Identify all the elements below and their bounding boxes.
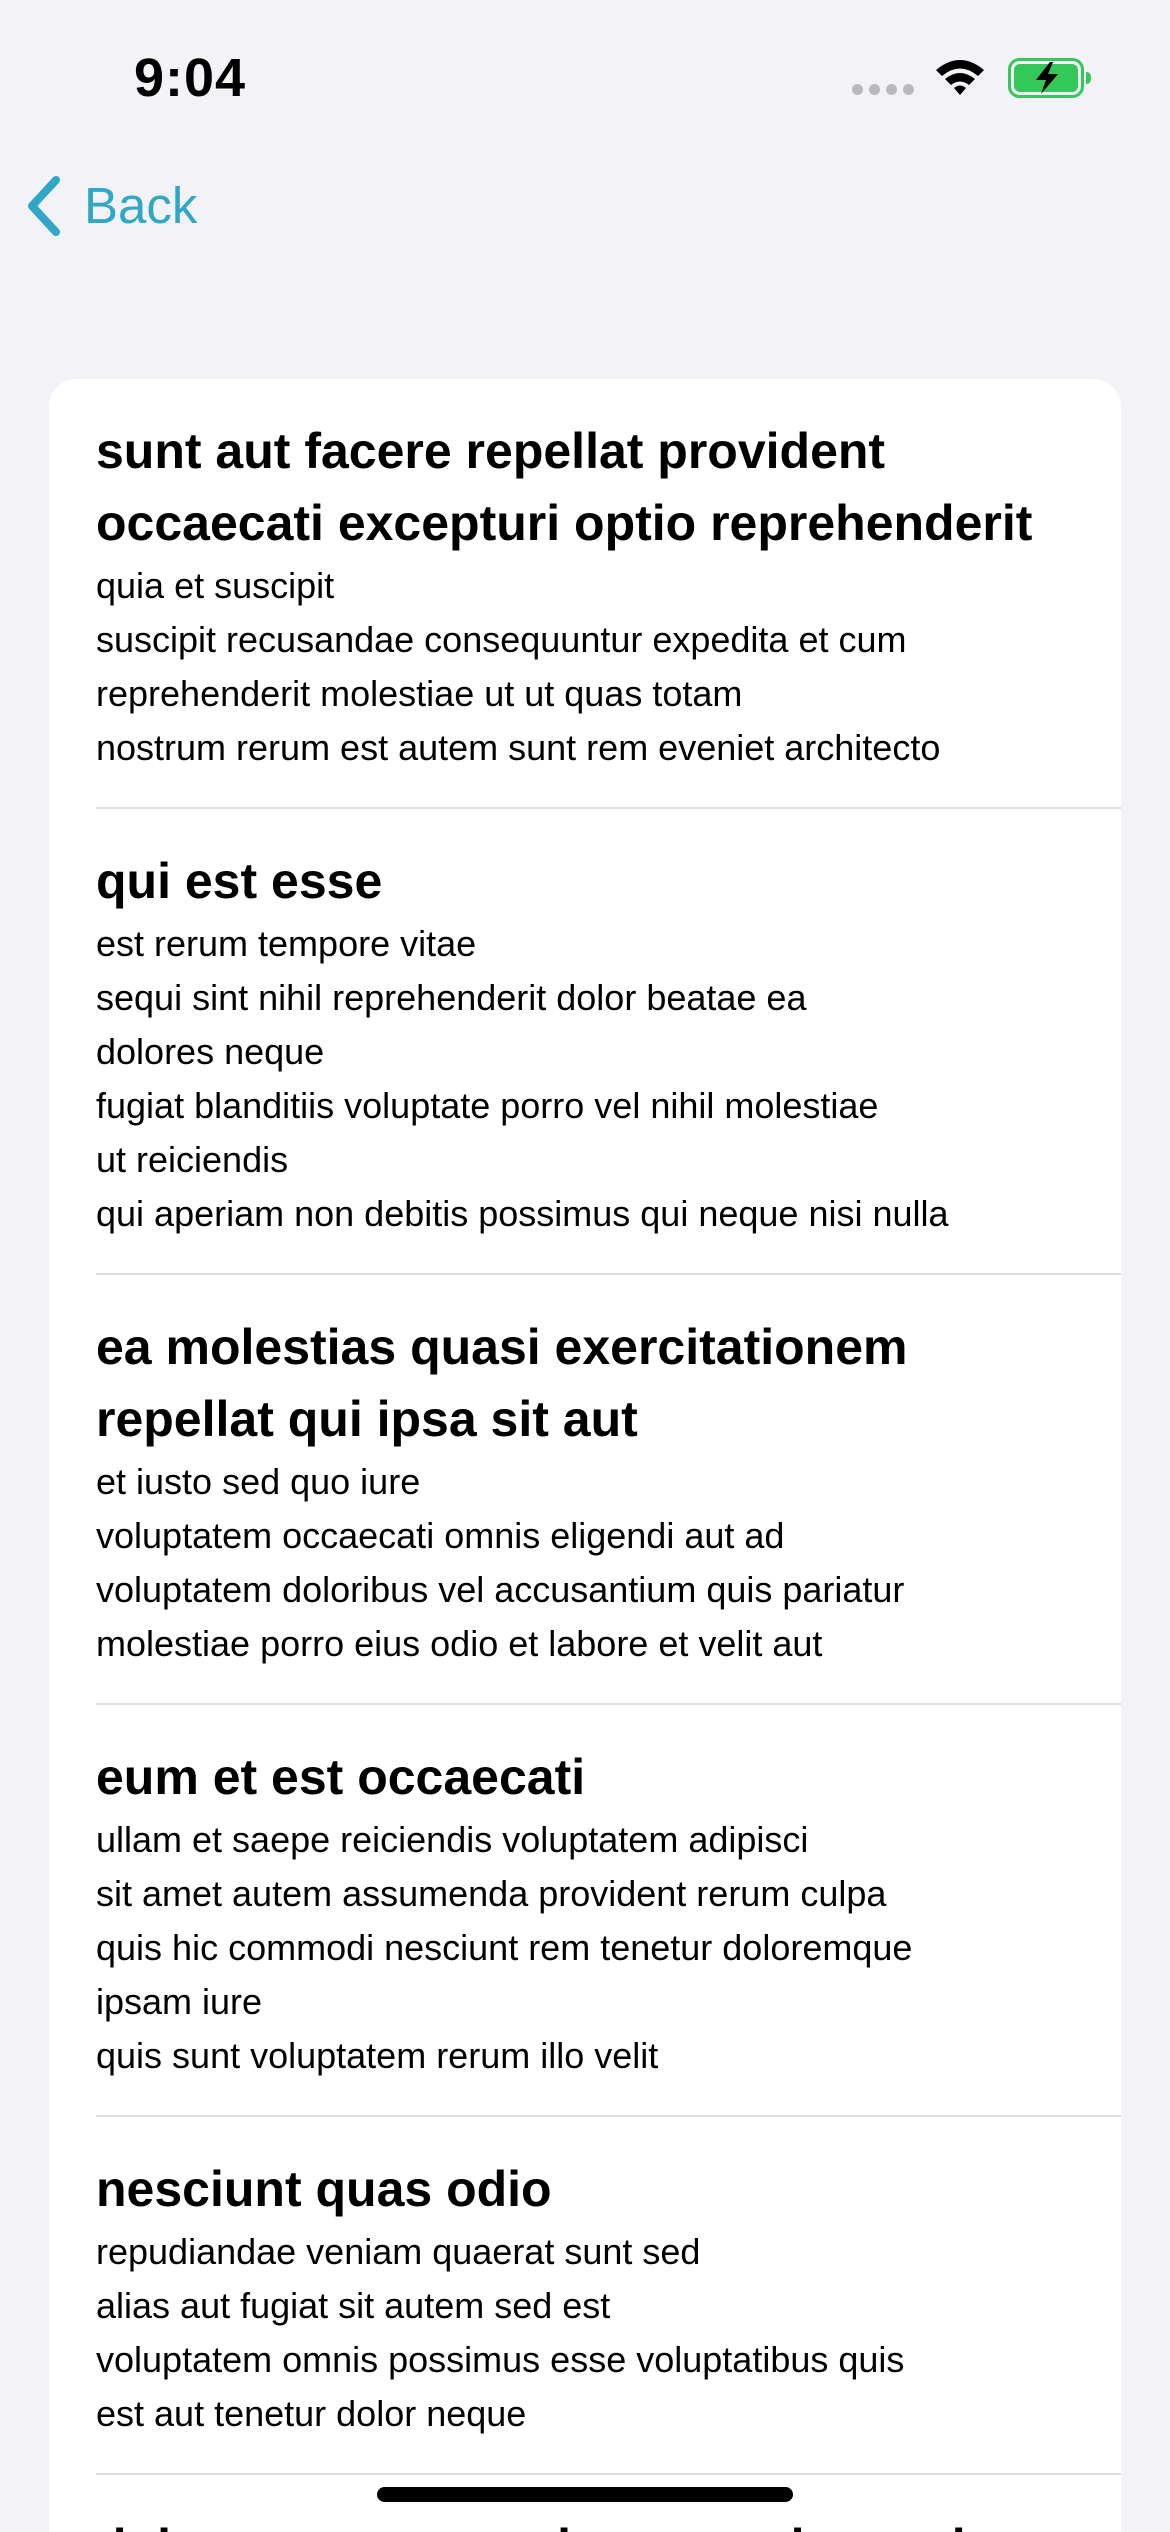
cellular-signal-icon: [852, 84, 916, 96]
post-title: ea molestias quasi exercitationem repell…: [96, 1319, 908, 1447]
chevron-left-icon: [28, 176, 60, 236]
post-item[interactable]: qui est esse est rerum tempore vitae seq…: [96, 809, 1121, 1275]
post-title: eum et est occaecati: [96, 1749, 586, 1805]
post-body: ullam et saepe reiciendis voluptatem adi…: [96, 1819, 913, 2076]
post-body: est rerum tempore vitae sequi sint nihil…: [96, 923, 949, 1234]
post-title: nesciunt quas odio: [96, 2161, 552, 2217]
post-item[interactable]: dolorem eum magni eos aperiam quia: [96, 2475, 1121, 2532]
wifi-icon: [936, 60, 984, 95]
posts-card: sunt aut facere repellat provident occae…: [49, 379, 1121, 2532]
status-time: 9:04: [134, 48, 247, 108]
post-body: repudiandae veniam quaerat sunt sed alia…: [96, 2231, 905, 2434]
back-label: Back: [84, 177, 198, 234]
post-body: et iusto sed quo iure voluptatem occaeca…: [96, 1461, 905, 1664]
post-item[interactable]: nesciunt quas odio repudiandae veniam qu…: [96, 2117, 1121, 2475]
post-item[interactable]: sunt aut facere repellat provident occae…: [96, 379, 1121, 809]
battery-charging-icon: [1008, 58, 1091, 98]
home-indicator[interactable]: [377, 2487, 793, 2502]
back-button[interactable]: Back: [24, 170, 197, 242]
post-body: quia et suscipit suscipit recusandae con…: [96, 565, 941, 768]
post-item[interactable]: eum et est occaecati ullam et saepe reic…: [96, 1705, 1121, 2117]
status-bar: 9:04: [0, 0, 1170, 150]
post-title: qui est esse: [96, 853, 383, 909]
post-item[interactable]: ea molestias quasi exercitationem repell…: [96, 1275, 1121, 1705]
post-title: sunt aut facere repellat provident occae…: [96, 423, 1033, 551]
post-list: sunt aut facere repellat provident occae…: [96, 379, 1121, 2532]
post-title: dolorem eum magni eos aperiam quia: [96, 2511, 1081, 2532]
